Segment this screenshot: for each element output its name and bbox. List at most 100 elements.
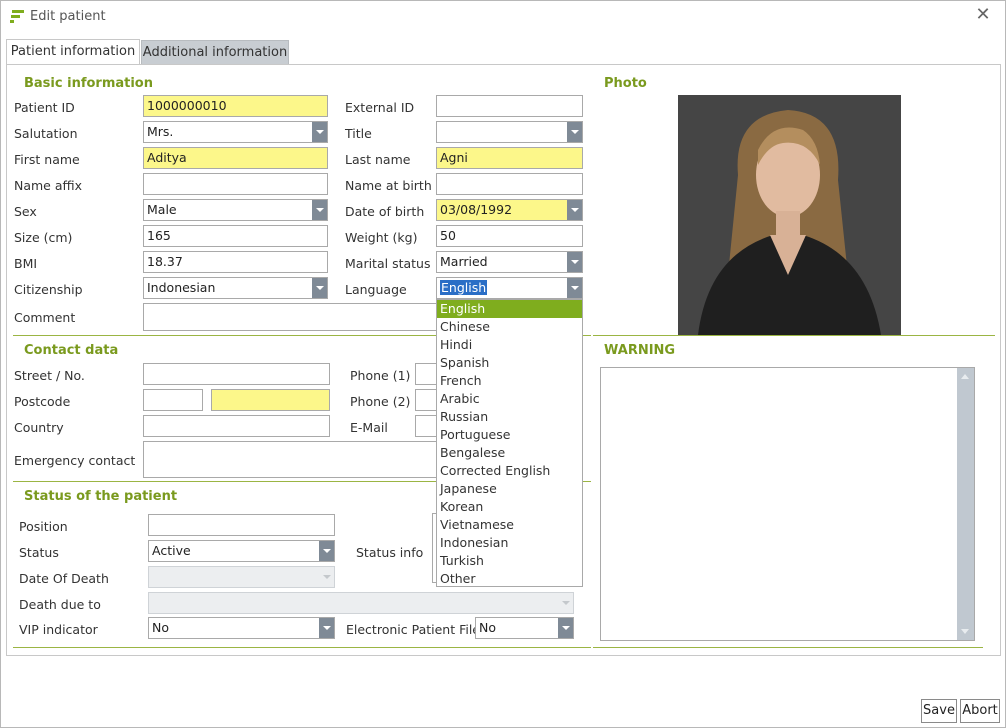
language-option[interactable]: Bengalese	[437, 444, 582, 462]
language-option[interactable]: Spanish	[437, 354, 582, 372]
language-label: Language	[345, 282, 407, 297]
language-option[interactable]: Korean	[437, 498, 582, 516]
emergency-contact-label: Emergency contact	[14, 453, 136, 468]
death-due-label: Death due to	[19, 597, 101, 612]
status-value: Active	[152, 543, 191, 558]
divider	[593, 647, 983, 648]
status-select[interactable]: Active	[148, 540, 335, 562]
section-title-warning: WARNING	[604, 343, 676, 358]
patient-photo[interactable]	[678, 95, 901, 335]
language-option[interactable]: Russian	[437, 408, 582, 426]
first-name-label: First name	[14, 152, 80, 167]
language-option[interactable]: Arabic	[437, 390, 582, 408]
epf-label: Electronic Patient File	[346, 622, 481, 637]
language-option[interactable]: English	[437, 300, 582, 318]
close-icon[interactable]: ✕	[974, 6, 992, 24]
vip-indicator-select[interactable]: No	[148, 617, 335, 639]
tab-patient-information[interactable]: Patient information	[6, 39, 140, 65]
title-bar: Edit patient ✕	[1, 1, 1006, 33]
status-label: Status	[19, 545, 59, 560]
title-select[interactable]	[436, 121, 583, 143]
name-at-birth-field[interactable]	[436, 173, 583, 195]
phone1-field[interactable]	[415, 363, 437, 385]
citizenship-label: Citizenship	[14, 282, 83, 297]
chevron-down-icon[interactable]	[319, 618, 334, 638]
last-name-label: Last name	[345, 152, 411, 167]
weight-field[interactable]: 50	[436, 225, 583, 247]
dob-value: 03/08/1992	[440, 202, 513, 217]
language-dropdown-list: English Chinese Hindi Spanish French Arabic Ru…	[436, 299, 583, 587]
salutation-select[interactable]: Mrs.	[143, 121, 328, 143]
first-name-field[interactable]: Aditya	[143, 147, 328, 169]
divider	[13, 647, 591, 648]
chevron-down-icon[interactable]	[567, 122, 582, 142]
external-id-field[interactable]	[436, 95, 583, 117]
patient-id-field[interactable]: 1000000010	[143, 95, 328, 117]
language-option[interactable]: Hindi	[437, 336, 582, 354]
size-label: Size (cm)	[14, 230, 73, 245]
app-logo-icon	[10, 10, 24, 23]
epf-select[interactable]: No	[475, 617, 574, 639]
language-value: English	[440, 280, 488, 295]
save-button[interactable]: Save	[921, 699, 957, 723]
language-option[interactable]: French	[437, 372, 582, 390]
name-affix-field[interactable]	[143, 173, 328, 195]
language-option[interactable]: Japanese	[437, 480, 582, 498]
tab-additional-information[interactable]: Additional information	[141, 40, 289, 66]
weight-label: Weight (kg)	[345, 230, 418, 245]
epf-value: No	[479, 620, 496, 635]
position-field[interactable]	[148, 514, 335, 536]
warning-textarea[interactable]	[600, 367, 975, 641]
country-field[interactable]	[143, 415, 330, 437]
death-due-field	[148, 592, 574, 614]
name-affix-label: Name affix	[14, 178, 82, 193]
language-option[interactable]: Corrected English	[437, 462, 582, 480]
postcode-label: Postcode	[14, 394, 71, 409]
scroll-up-icon[interactable]	[957, 368, 974, 385]
position-label: Position	[19, 519, 68, 534]
section-title-basic: Basic information	[24, 76, 153, 91]
salutation-label: Salutation	[14, 126, 78, 141]
language-option[interactable]: Portuguese	[437, 426, 582, 444]
city-field[interactable]	[211, 389, 330, 411]
marital-status-label: Marital status	[345, 256, 431, 271]
name-at-birth-label: Name at birth	[345, 178, 432, 193]
language-option[interactable]: Indonesian	[437, 534, 582, 552]
language-option[interactable]: Vietnamese	[437, 516, 582, 534]
email-label: E-Mail	[350, 420, 388, 435]
title-label: Title	[345, 126, 372, 141]
chevron-down-icon[interactable]	[567, 252, 582, 272]
size-field[interactable]: 165	[143, 225, 328, 247]
language-option[interactable]: Chinese	[437, 318, 582, 336]
sex-select[interactable]: Male	[143, 199, 328, 221]
postcode-field[interactable]	[143, 389, 203, 411]
vip-indicator-label: VIP indicator	[19, 622, 98, 637]
section-title-contact: Contact data	[24, 343, 119, 358]
marital-status-select[interactable]: Married	[436, 251, 583, 273]
scroll-down-icon[interactable]	[957, 623, 974, 640]
street-field[interactable]	[143, 363, 330, 385]
chevron-down-icon[interactable]	[319, 541, 334, 561]
citizenship-select[interactable]: Indonesian	[143, 277, 328, 299]
chevron-down-icon[interactable]	[312, 278, 327, 298]
language-select[interactable]: English	[436, 277, 583, 299]
chevron-down-icon[interactable]	[312, 200, 327, 220]
phone2-label: Phone (2)	[350, 394, 411, 409]
comment-label: Comment	[14, 310, 76, 325]
email-field[interactable]	[415, 415, 437, 437]
edit-patient-window: Edit patient ✕ Patient information Addit…	[0, 0, 1006, 728]
language-option[interactable]: Other	[437, 570, 582, 588]
emergency-contact-field[interactable]	[143, 441, 437, 478]
chevron-down-icon[interactable]	[567, 278, 582, 298]
phone2-field[interactable]	[415, 389, 437, 411]
last-name-field[interactable]: Agni	[436, 147, 583, 169]
abort-button[interactable]: Abort	[960, 699, 1000, 723]
warning-scrollbar[interactable]	[957, 368, 974, 640]
bmi-field[interactable]: 18.37	[143, 251, 328, 273]
chevron-down-icon[interactable]	[558, 618, 573, 638]
status-info-label: Status info	[356, 545, 424, 560]
chevron-down-icon[interactable]	[567, 200, 582, 220]
language-option[interactable]: Turkish	[437, 552, 582, 570]
dob-field[interactable]: 03/08/1992	[436, 199, 583, 221]
chevron-down-icon[interactable]	[312, 122, 327, 142]
